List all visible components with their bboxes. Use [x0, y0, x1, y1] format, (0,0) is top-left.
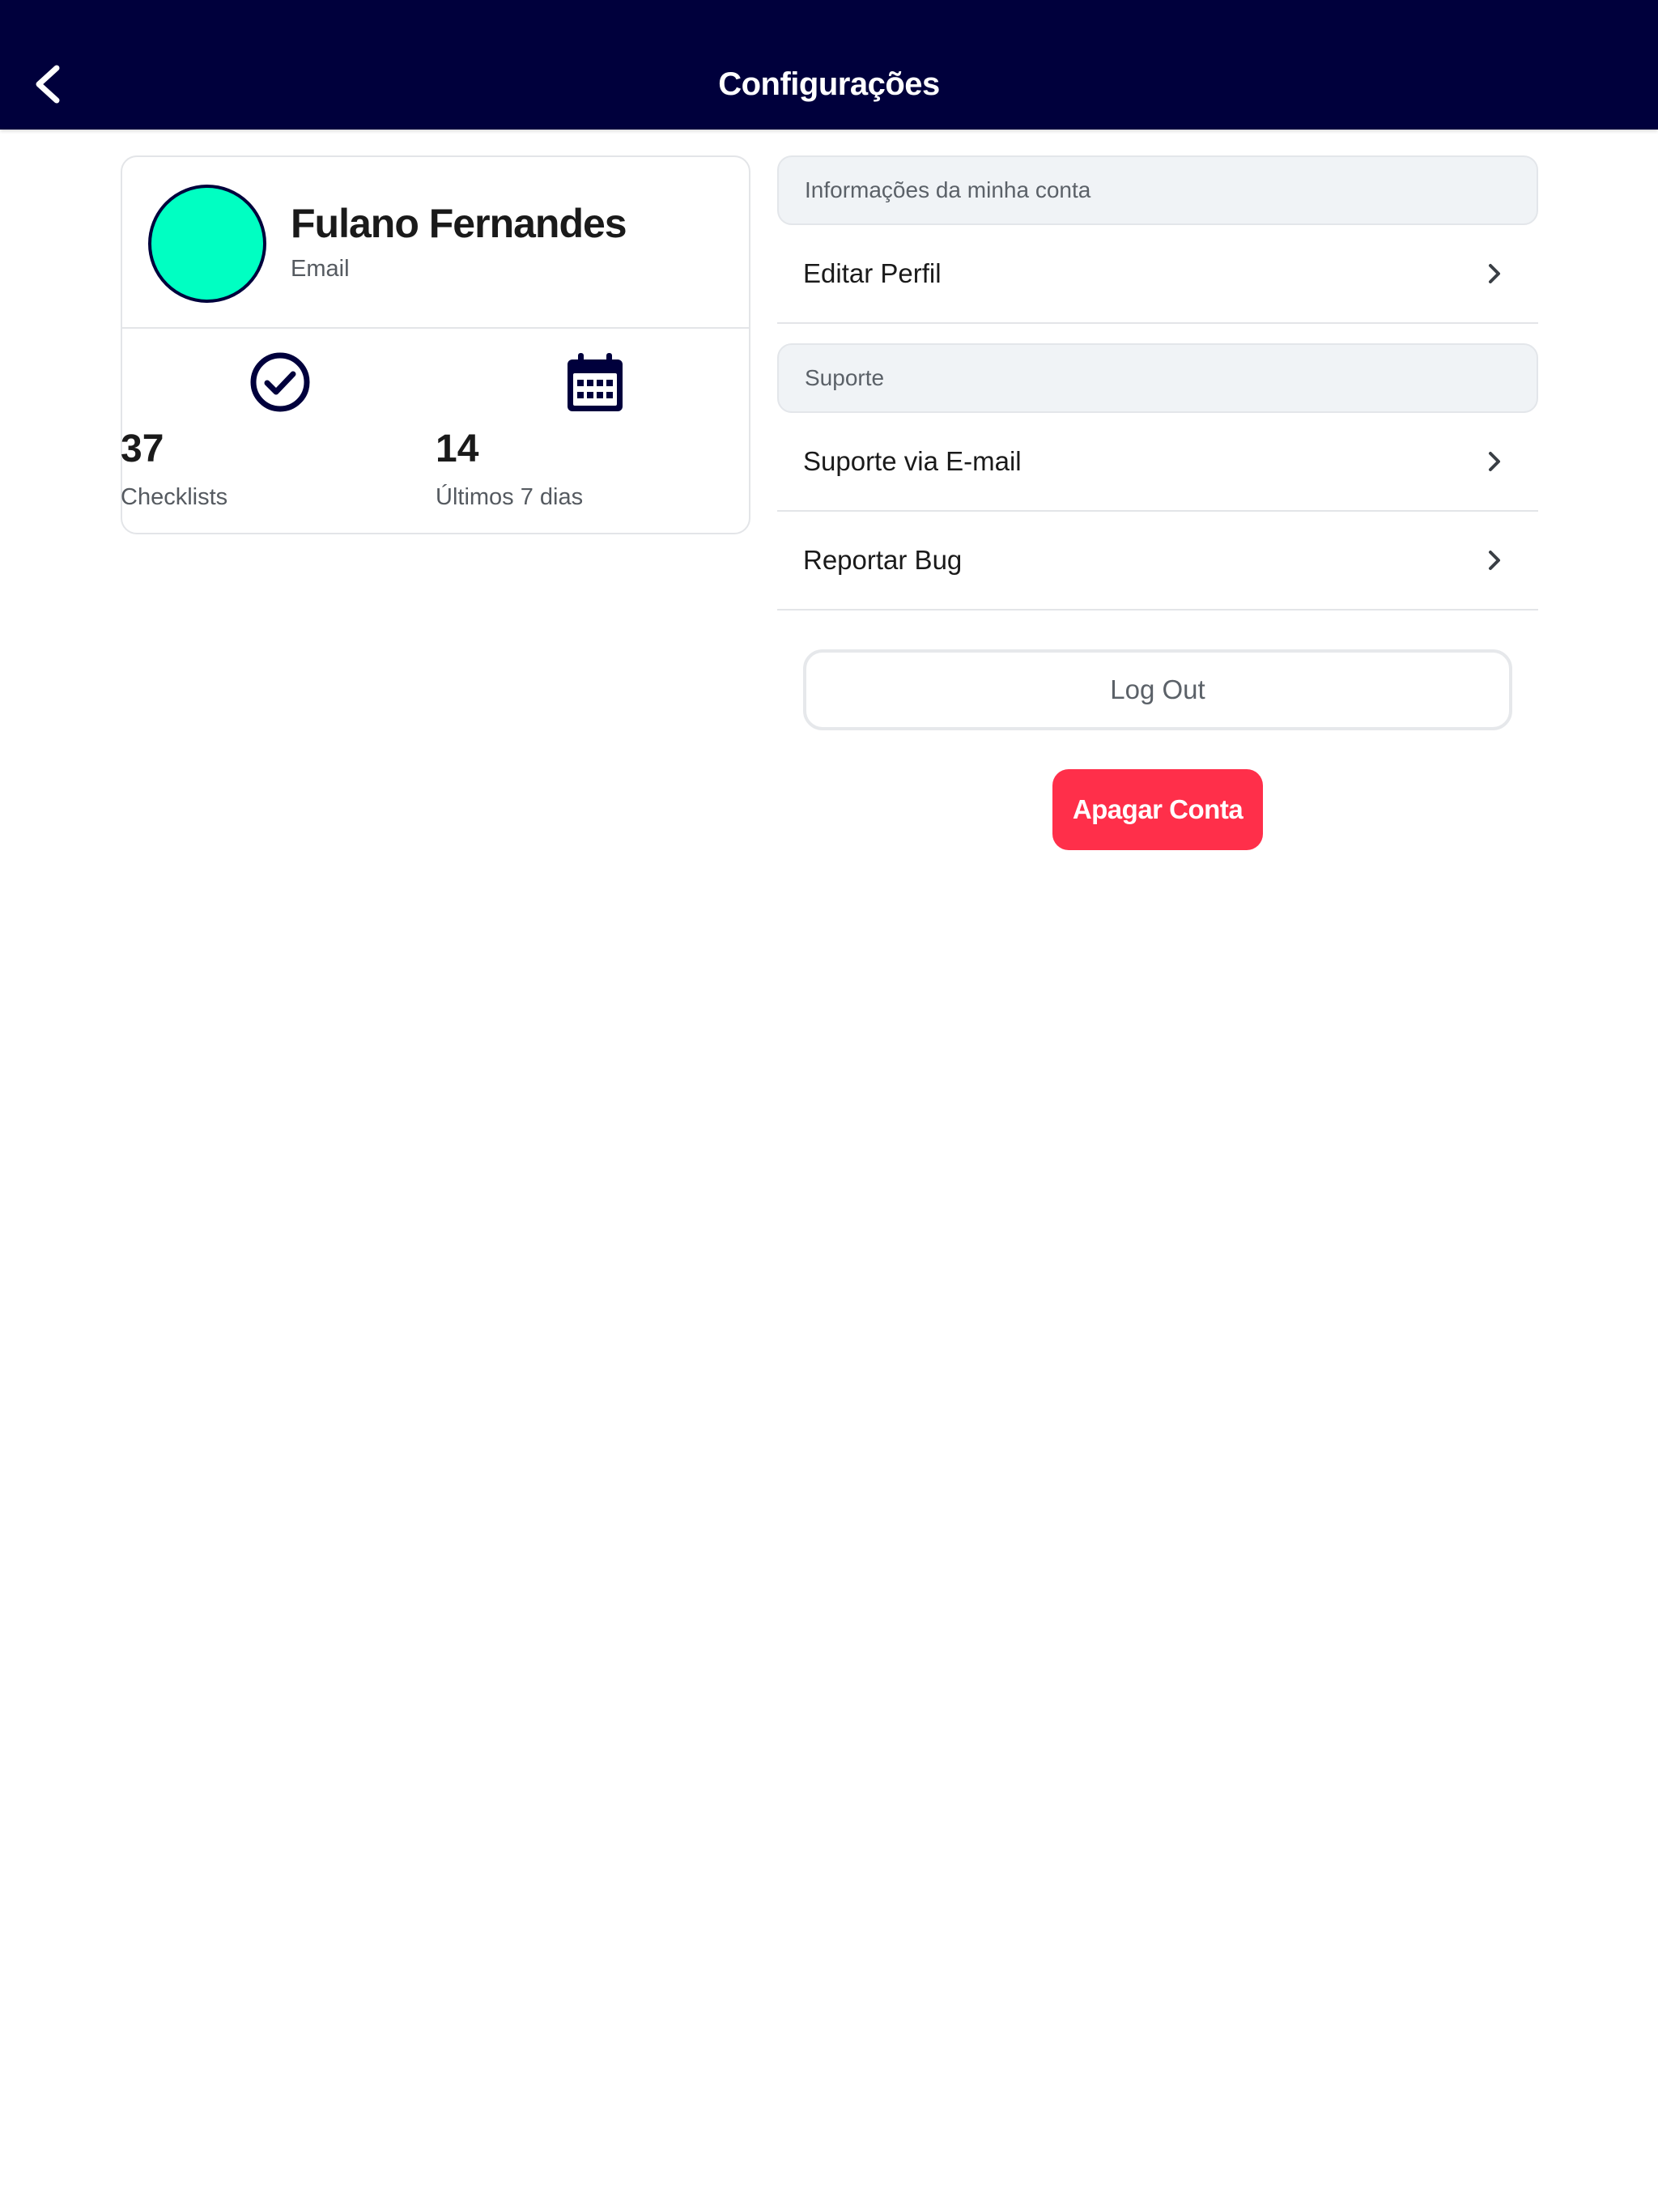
stat-last-7-days	[437, 351, 749, 530]
section-header-support: Suporte	[777, 343, 1538, 413]
menu-item-report-bug[interactable]: Reportar Bug	[777, 512, 1538, 610]
section-header-account: Informações da minha conta	[777, 155, 1538, 225]
calendar-icon	[564, 351, 626, 413]
menu-item-label: Suporte via E-mail	[803, 446, 1022, 476]
profile-summary: Fulano Fernandes Email	[122, 157, 749, 329]
check-circle-icon	[249, 351, 311, 413]
profile-card: Fulano Fernandes Email	[121, 155, 750, 534]
profile-email: Email	[291, 256, 350, 282]
profile-name: Fulano Fernandes	[291, 201, 627, 246]
avatar	[148, 185, 266, 303]
page-title: Configurações	[718, 66, 940, 102]
chevron-right-icon	[1483, 547, 1506, 573]
delete-account-button[interactable]: Apagar Conta	[1052, 769, 1263, 850]
chevron-right-icon	[1483, 449, 1506, 474]
logout-button[interactable]: Log Out	[803, 649, 1512, 730]
top-bar: Configurações	[0, 0, 1658, 130]
chevron-right-icon	[1483, 261, 1506, 287]
menu-item-edit-profile[interactable]: Editar Perfil	[777, 225, 1538, 324]
menu-item-email-support[interactable]: Suporte via E-mail	[777, 413, 1538, 512]
menu-item-label: Reportar Bug	[803, 545, 963, 575]
menu-item-label: Editar Perfil	[803, 258, 942, 288]
stat-checklists	[122, 351, 437, 530]
